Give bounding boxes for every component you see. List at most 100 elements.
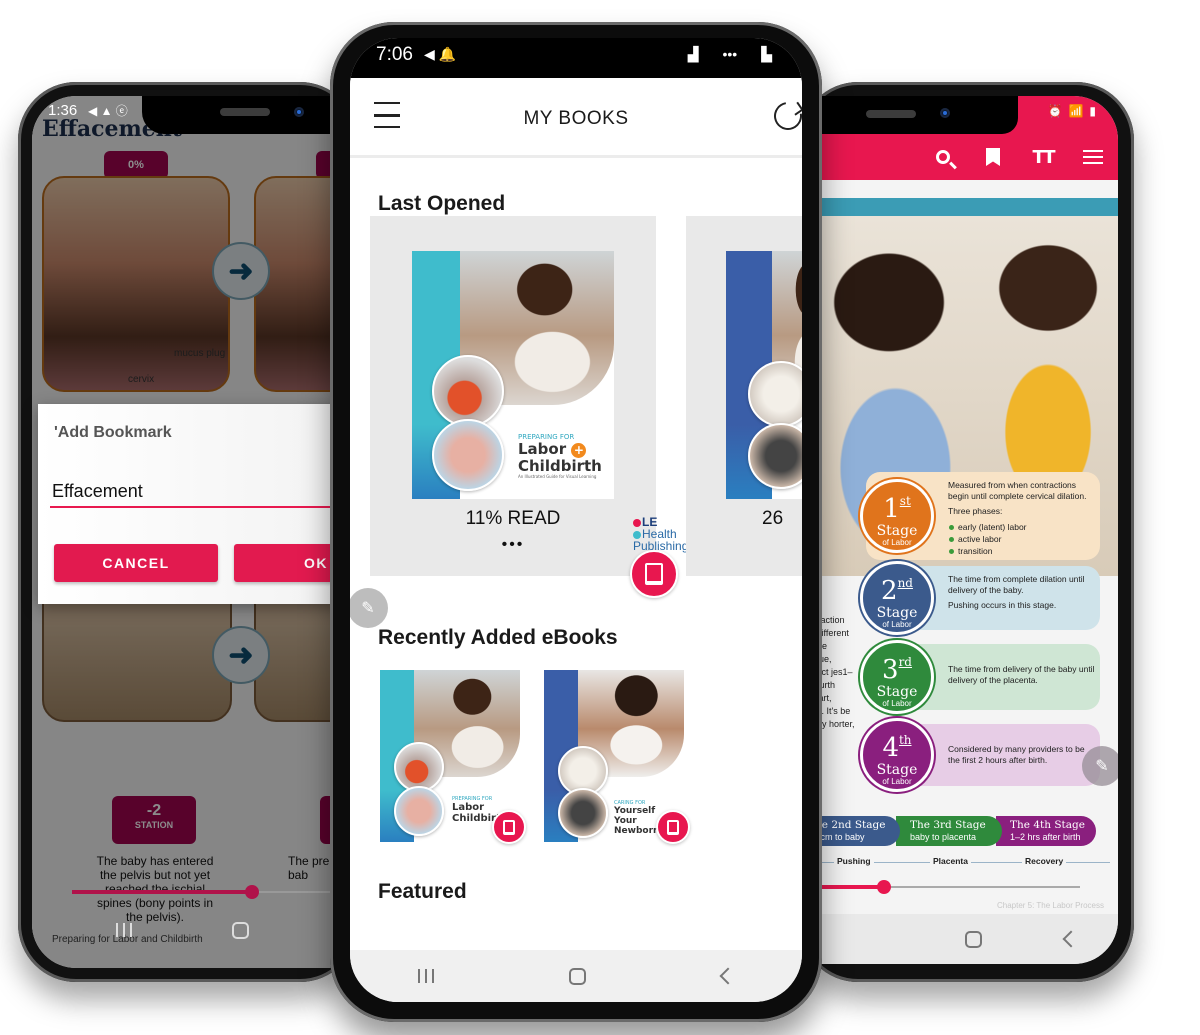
add-bookmark-dialog: 'Add Bookmark CANCEL OK: [38, 404, 374, 604]
section-title-featured: Featured: [378, 880, 467, 903]
book-card[interactable]: PREPARING FOR Labor + Childbirth An Illu…: [370, 216, 656, 576]
edit-note-button[interactable]: ✎: [350, 588, 388, 628]
search-button[interactable]: [918, 140, 968, 174]
recent-apps-icon[interactable]: [116, 923, 132, 937]
stage-of-labor: of Labor: [882, 777, 912, 786]
phase-item: early (latent) labor: [948, 521, 1098, 533]
system-nav-bar: [32, 910, 358, 950]
more-icon: •••: [722, 46, 738, 62]
stage-note: Pushing occurs in this stage.: [948, 600, 1057, 610]
stage-ordinal: 2nd: [881, 576, 913, 606]
stage-pill: The 3rd Stage baby to placenta: [896, 816, 1002, 846]
stage-description: Considered by many providers to be the f…: [948, 744, 1098, 770]
page-title: MY BOOKS: [523, 108, 629, 129]
stage-of-labor: of Labor: [882, 620, 912, 629]
stage-description: The time from complete dilation until de…: [948, 574, 1098, 615]
notch: [800, 96, 1018, 134]
cover-inset-photo: [432, 419, 504, 491]
stage-of-labor: of Labor: [882, 699, 912, 708]
stage-card: 1st Stage of Labor Measured from when contr…: [860, 472, 1100, 560]
stage-badge: 1st Stage of Labor: [860, 479, 934, 553]
speaker: [866, 110, 916, 118]
book-card[interactable]: 26: [686, 216, 802, 576]
back-icon[interactable]: [1062, 930, 1079, 948]
stage-word: Stage: [876, 523, 918, 539]
cover-inset-photo: [394, 786, 444, 836]
stage-description: The time from delivery of the baby until…: [948, 664, 1098, 690]
stage-word: Stage: [876, 762, 918, 778]
stage-description-text: Considered by many providers to be the f…: [948, 744, 1085, 765]
cover-inset-photo: [558, 788, 608, 838]
status-icons: ⏰ 📶 ▮: [1047, 104, 1096, 118]
menu-icon: [1083, 150, 1103, 164]
right-phone-frame: ⏰ 📶 ▮ TT for traction ents ifferent neon…: [800, 82, 1134, 982]
status-icons-right: ▟ ••• ▙: [688, 46, 772, 63]
book-cover[interactable]: PREPARING FOR Labor + Childbirth An Illu…: [412, 251, 614, 499]
plus-icon: +: [571, 443, 587, 458]
book-icon: [503, 819, 515, 835]
book-cover[interactable]: [726, 251, 802, 499]
home-icon[interactable]: [569, 967, 587, 985]
cover-inset-photo: [432, 355, 504, 427]
stage-ordinal: 4th: [882, 733, 912, 763]
page-slider[interactable]: [800, 880, 1080, 894]
section-title-recently-added: Recently Added eBooks: [378, 626, 618, 649]
menu-button[interactable]: [1068, 140, 1118, 174]
status-icons-left: ◀ 🔔: [424, 46, 457, 62]
more-options-button[interactable]: •••: [370, 536, 656, 554]
stage-ordinal: 1st: [883, 494, 911, 524]
signal-icon: ▟: [687, 46, 699, 62]
cover-title: PREPARING FOR Labor + Childbirth An Illu…: [518, 433, 602, 479]
phase-label: Pushing: [834, 856, 874, 866]
stage-pill-subtitle: 1–2 hrs after birth: [1010, 832, 1081, 842]
open-book-button[interactable]: [492, 810, 526, 844]
app-bar: MY BOOKS: [350, 78, 802, 158]
home-icon[interactable]: [964, 930, 982, 948]
alarm-icon: ⏰: [1047, 104, 1063, 118]
phases-title: Three phases:: [948, 506, 1003, 516]
recent-book[interactable]: CARING FOR Yourself Your Newborn: [544, 670, 690, 844]
section-title-last-opened: Last Opened: [378, 192, 506, 215]
bookmark-name-input[interactable]: [50, 476, 350, 508]
stage-pill-title: The 3rd Stage: [910, 819, 986, 831]
status-bar: 7:06 ◀ 🔔 ▟ ••• ▙: [350, 38, 802, 78]
phase-row: Pushing Placenta Recovery: [800, 856, 1118, 870]
system-nav-bar: [350, 950, 802, 1002]
page-slider-fill: [72, 890, 252, 894]
status-time: 7:06: [376, 44, 413, 65]
bookmark-button[interactable]: [968, 140, 1018, 174]
phase-item: transition: [948, 545, 1098, 557]
status-icons: ◀ ▲ ⓔ: [88, 104, 128, 118]
stage-timeline: The 2nd Stage 10 cm to baby The 3rd Stage b…: [800, 816, 1118, 850]
stage-pill: The 4th Stage 1–2 hrs after birth: [996, 816, 1096, 846]
dialog-title: 'Add Bookmark: [54, 424, 172, 441]
cancel-button[interactable]: CANCEL: [54, 544, 218, 582]
stage-word: Stage: [876, 605, 918, 621]
open-book-button[interactable]: [656, 810, 690, 844]
back-icon[interactable]: [719, 967, 737, 985]
recent-book[interactable]: PREPARING FOR Labor Childbirth: [380, 670, 526, 844]
page-slider[interactable]: [72, 885, 358, 899]
stage-description-text: Measured from when contractions begin un…: [948, 480, 1087, 501]
phase-label: Recovery: [1022, 856, 1067, 866]
system-nav-bar: [800, 914, 1118, 964]
front-camera: [940, 108, 950, 118]
page-slider-thumb[interactable]: [877, 880, 891, 894]
reader-toolbar: ⏰ 📶 ▮ TT: [800, 96, 1118, 180]
cover-inset-photo: [394, 742, 444, 792]
stage-card: 2nd Stage of Labor The time from complete d…: [860, 561, 1100, 635]
home-icon[interactable]: [232, 921, 249, 939]
stage-description: Measured from when contractions begin un…: [948, 480, 1098, 557]
open-book-button[interactable]: [630, 550, 678, 598]
text-size-icon: TT: [1032, 146, 1056, 168]
stage-pill-title: The 4th Stage: [1010, 819, 1085, 831]
text-size-button[interactable]: TT: [1018, 140, 1068, 174]
recent-apps-icon[interactable]: [417, 969, 434, 983]
edit-note-button[interactable]: ✎: [1082, 746, 1118, 786]
status-time: 1:36: [48, 102, 78, 119]
right-phone-screen: ⏰ 📶 ▮ TT for traction ents ifferent neon…: [800, 96, 1118, 964]
center-phone-frame: 7:06 ◀ 🔔 ▟ ••• ▙ MY BOOKS Last Opened PR…: [330, 22, 822, 1022]
status-bar: 1:36 ◀ ▲ ⓔ: [32, 96, 358, 132]
page-slider-thumb[interactable]: [244, 885, 259, 899]
stage-pill-subtitle: baby to placenta: [910, 832, 977, 842]
